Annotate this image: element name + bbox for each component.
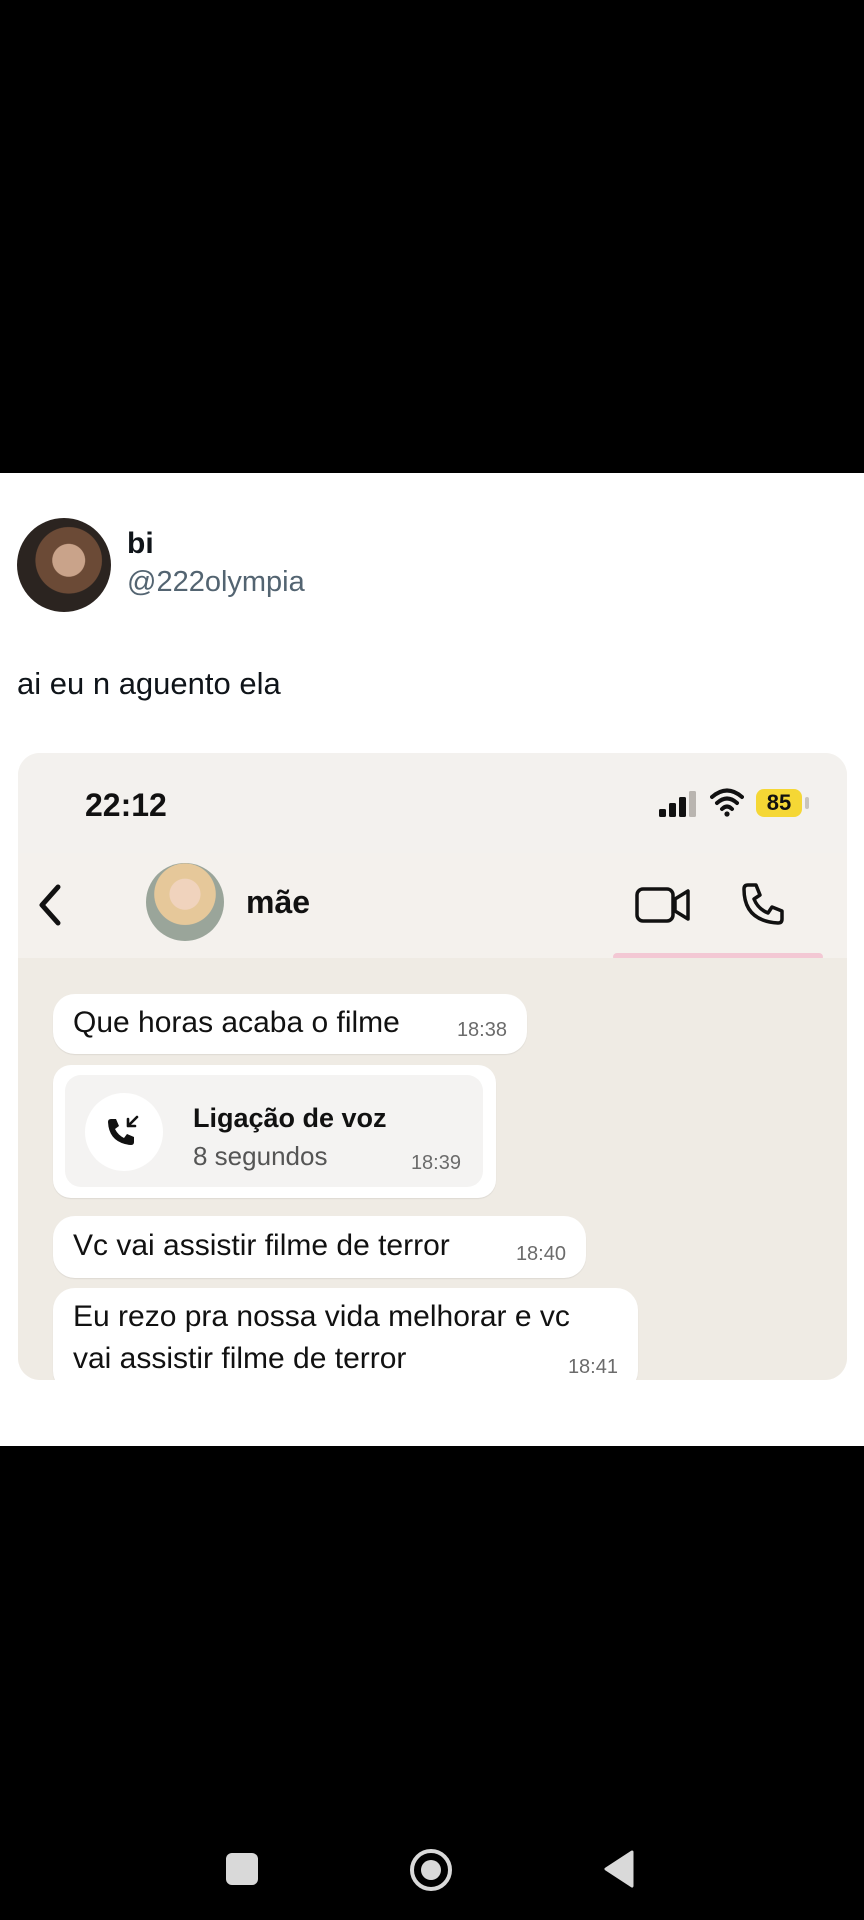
chat-screenshot-image[interactable]: 22:12 85 mãe Que horas acaba o filme 18:… bbox=[18, 753, 847, 1380]
message-text-line1: Eu rezo pra nossa vida melhorar e vc bbox=[73, 1300, 570, 1333]
chat-area: Que horas acaba o filme 18:38 Ligação de… bbox=[18, 958, 847, 1380]
battery-nub bbox=[805, 797, 809, 809]
android-nav-bar bbox=[0, 1820, 864, 1920]
chevron-left-icon[interactable] bbox=[34, 883, 66, 927]
message-bubble[interactable]: Eu rezo pra nossa vida melhorar e vc vai… bbox=[53, 1288, 638, 1380]
message-bubble[interactable]: Vc vai assistir filme de terror 18:40 bbox=[53, 1216, 586, 1278]
chat-header: mãe bbox=[18, 853, 847, 958]
user-avatar[interactable] bbox=[17, 518, 111, 612]
phone-icon[interactable] bbox=[740, 881, 786, 927]
status-bar: 22:12 85 bbox=[18, 753, 847, 853]
user-handle[interactable]: @222olympia bbox=[127, 566, 305, 599]
call-duration: 8 segundos bbox=[193, 1141, 328, 1171]
wifi-icon bbox=[710, 788, 744, 817]
tweet-card: bi @222olympia ai eu n aguento ela 22:12… bbox=[0, 473, 864, 1446]
back-button[interactable] bbox=[602, 1849, 634, 1889]
message-text: Que horas acaba o filme bbox=[73, 1006, 400, 1039]
message-time: 18:40 bbox=[515, 1243, 566, 1265]
message-text-line2: vai assistir filme de terror bbox=[73, 1342, 407, 1375]
signal-icon bbox=[659, 791, 696, 817]
message-text: Vc vai assistir filme de terror bbox=[73, 1229, 450, 1262]
message-time: 18:41 bbox=[567, 1356, 618, 1378]
battery-indicator: 85 bbox=[756, 789, 802, 817]
message-time: 18:39 bbox=[410, 1152, 461, 1174]
contact-avatar[interactable] bbox=[146, 863, 224, 941]
display-name[interactable]: bi bbox=[127, 527, 154, 561]
contact-name[interactable]: mãe bbox=[246, 884, 310, 921]
message-time: 18:38 bbox=[456, 1019, 507, 1041]
call-message-bubble[interactable]: Ligação de voz 8 segundos 18:39 bbox=[53, 1065, 496, 1198]
call-icon-circle bbox=[85, 1093, 163, 1171]
call-card[interactable]: Ligação de voz 8 segundos 18:39 bbox=[65, 1075, 483, 1187]
message-bubble[interactable]: Que horas acaba o filme 18:38 bbox=[53, 994, 527, 1054]
tweet-text: ai eu n aguento ela bbox=[17, 666, 281, 701]
status-time: 22:12 bbox=[85, 787, 167, 823]
call-title: Ligação de voz bbox=[193, 1103, 387, 1133]
video-camera-icon[interactable] bbox=[635, 885, 691, 925]
recents-button[interactable] bbox=[226, 1853, 258, 1885]
home-button[interactable] bbox=[408, 1847, 454, 1893]
incoming-call-icon bbox=[108, 1115, 139, 1145]
